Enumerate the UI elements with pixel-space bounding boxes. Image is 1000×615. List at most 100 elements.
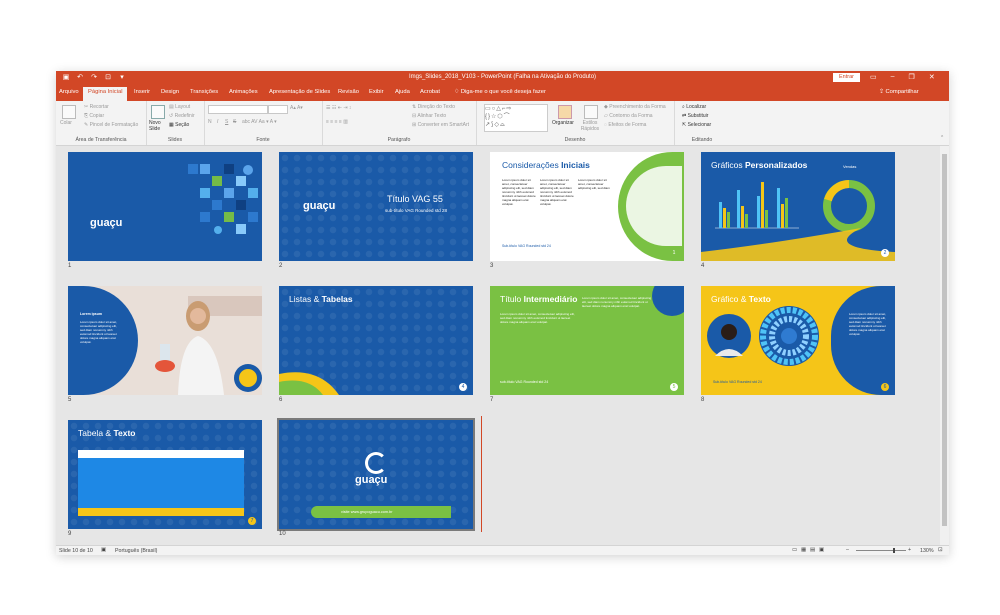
group-clipboard: Colar ✂ Recortar ⎘ Copiar ✎ Pincel de Fo… (56, 101, 147, 145)
bullets-icon[interactable]: ☰ ☷ ⇤ ⇥ ↕ (326, 105, 351, 111)
slide-7-title-b: Intermediário (523, 294, 578, 304)
tab-acrobat[interactable]: Acrobat (420, 89, 440, 95)
slide-thumbnail-2[interactable]: guaçu Título VAG 55 sub-título VAG Round… (279, 152, 473, 261)
window-controls: ▭ – ❐ ✕ (870, 73, 935, 81)
arrange-button[interactable]: Organizar (552, 120, 574, 126)
format-painter-button[interactable]: ✎ Pincel de Formatação (84, 122, 138, 128)
paste-button[interactable]: Colar (60, 120, 72, 126)
spellcheck-icon[interactable]: ▣ (101, 547, 106, 553)
slide-number-10: 10 (279, 531, 286, 537)
slide-9-table-body (78, 458, 244, 508)
tab-animacoes[interactable]: Animações (229, 89, 258, 95)
slide-7-body-1: Lorem ipsum dolor sit amet, consectetuer… (500, 312, 575, 324)
minimize-icon[interactable]: – (891, 73, 895, 81)
zoom-level[interactable]: 130% (920, 548, 934, 554)
replace-button[interactable]: ⇄ Substituir (682, 113, 708, 119)
tab-inserir[interactable]: Inserir (134, 89, 150, 95)
font-grow-icon[interactable]: A▴ A▾ (290, 105, 303, 111)
section-button[interactable]: ▦ Seção (169, 122, 189, 128)
tell-me-box[interactable]: ♢ Diga-me o que você deseja fazer (454, 89, 546, 95)
quick-styles-icon[interactable] (584, 105, 598, 119)
zoom-slider-thumb[interactable] (893, 548, 895, 553)
font-group-label: Fonte (256, 137, 270, 143)
bold-button[interactable]: N (208, 119, 212, 125)
layout-button[interactable]: ▤ Layout (169, 104, 190, 110)
tab-ajuda[interactable]: Ajuda (395, 89, 410, 95)
smartart-button[interactable]: ⊞ Converter em SmartArt (412, 122, 469, 128)
slide-thumbnail-8[interactable]: Gráfico & Texto Lorem ipsum dolor sit am… (701, 286, 895, 395)
select-button[interactable]: ⇱ Selecionar (682, 122, 711, 128)
slide-thumbnail-1[interactable]: guaçu (68, 152, 262, 261)
strikethrough-button[interactable]: S (233, 119, 236, 125)
signin-button[interactable]: Entrar (833, 73, 860, 82)
font-name-combo[interactable] (208, 105, 268, 114)
align-icon[interactable]: ≡ ≡ ≡ ≡ ▥ (326, 119, 348, 125)
paste-icon[interactable] (62, 105, 76, 119)
close-icon[interactable]: ✕ (929, 73, 935, 81)
tab-design[interactable]: Design (161, 89, 179, 95)
slide-6-wave (279, 372, 339, 395)
slide-thumbnail-10[interactable]: guaçu visite www.grupoguacu.com.br (277, 418, 475, 531)
slide-7-page: 5 (670, 383, 678, 391)
drawing-group-label: Desenho (564, 137, 586, 143)
copy-button[interactable]: ⎘ Copiar (84, 113, 104, 119)
slide-number-7: 7 (490, 397, 494, 403)
shape-fill-button[interactable]: ◆ Preenchimento da Forma (604, 104, 666, 110)
slide-counter: Slide 10 de 10 (59, 548, 93, 554)
slide-thumbnail-6[interactable]: Listas & Tabelas 4 (279, 286, 473, 395)
slide-9-title-a: Tabela & (78, 428, 114, 438)
tab-exibir[interactable]: Exibir (369, 89, 384, 95)
smartart-label: Converter em SmartArt (417, 122, 469, 128)
text-direction-button[interactable]: ⇅ Direção do Texto (412, 104, 455, 110)
share-button[interactable]: ⇪ Compartilhar (879, 89, 919, 95)
italic-button[interactable]: I (217, 119, 218, 125)
shape-outline-button[interactable]: ▱ Contorno da Forma (604, 113, 653, 119)
tab-transicoes[interactable]: Transições (190, 89, 218, 95)
shapes-gallery[interactable]: ▭○△⌐⇨ {}☆⬡⌒ ↗⟆◇⌓ (484, 104, 548, 132)
insertion-marker (481, 416, 482, 532)
collapse-ribbon-icon[interactable]: ⌃ (940, 135, 944, 141)
zoom-in-icon[interactable]: + (908, 547, 911, 553)
slide-2-title: Título VAG 55 (387, 194, 443, 204)
align-text-button[interactable]: ⊟ Alinhar Texto (412, 113, 446, 119)
slide-thumbnail-5[interactable]: Lorem ipsum Lorem ipsum dolor sit amet, … (68, 286, 262, 395)
group-paragraph: ☰ ☷ ⇤ ⇥ ↕ ≡ ≡ ≡ ≡ ▥ ⇅ Direção do Texto ⊟… (322, 101, 477, 145)
zoom-out-icon[interactable]: – (846, 547, 849, 553)
slide-2-logo: guaçu (303, 200, 336, 212)
slide-6-page: 4 (459, 383, 467, 391)
ribbon-display-icon[interactable]: ▭ (870, 73, 877, 81)
language-indicator[interactable]: Português (Brasil) (115, 548, 157, 554)
maximize-icon[interactable]: ❐ (909, 73, 915, 81)
slide-3-footer: Sub-título VAG Rounded std 24 (502, 244, 551, 248)
tab-apresentacao[interactable]: Apresentação de Slides (269, 89, 330, 95)
scrollbar-thumb[interactable] (942, 154, 947, 526)
view-buttons[interactable]: ▭▦▤▣ (792, 547, 828, 553)
zoom-slider[interactable] (856, 550, 906, 551)
arrange-icon[interactable] (558, 105, 572, 119)
slide-thumbnail-3[interactable]: Considerações Iniciais Lorem ipsum dolor… (490, 152, 684, 261)
slide-thumbnail-7[interactable]: Título Intermediário Lorem ipsum dolor s… (490, 286, 684, 395)
tab-revisao[interactable]: Revisão (338, 89, 359, 95)
shape-outline-label: Contorno da Forma (609, 113, 653, 119)
find-button[interactable]: ⌕ Localizar (682, 104, 706, 110)
new-slide-button[interactable]: Novo Slide (149, 120, 171, 132)
copy-label: Copiar (89, 113, 105, 119)
slide-number-5: 5 (68, 397, 72, 403)
reset-button[interactable]: ↺ Redefinir (169, 113, 195, 119)
tab-pagina-inicial[interactable]: Página Inicial (83, 87, 128, 101)
text-shadow-icon[interactable]: abc AV Aa ▾ A ▾ (242, 119, 277, 125)
font-size-combo[interactable] (268, 105, 288, 114)
slide-thumbnail-9[interactable]: Tabela & Texto 7 (68, 420, 262, 529)
quick-styles-button[interactable]: Estilos Rápidos (577, 120, 603, 132)
window-title: Imgs_Slides_2018_V103 - PowerPoint (Falh… (408, 74, 597, 80)
tab-arquivo[interactable]: Arquivo (59, 89, 79, 95)
cut-button[interactable]: ✂ Recortar (84, 104, 109, 110)
new-slide-icon[interactable] (151, 105, 165, 119)
shape-effects-button[interactable]: ◌ Efeitos de Forma (604, 122, 646, 128)
vertical-scrollbar[interactable] (940, 146, 949, 545)
slide-thumbnail-4[interactable]: Gráficos Personalizados Vendas 2 (701, 152, 895, 261)
underline-button[interactable]: S (225, 119, 228, 125)
fit-slide-icon[interactable]: ⊡ (938, 547, 942, 553)
shape-effects-label: Efeitos de Forma (608, 122, 647, 128)
slide-number-8: 8 (701, 397, 705, 403)
